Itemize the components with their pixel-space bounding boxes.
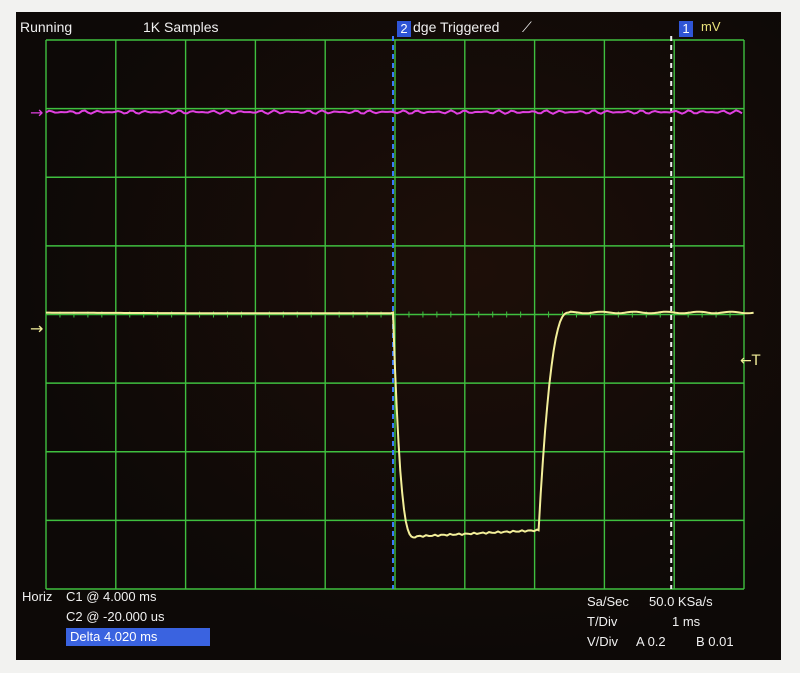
cursor1-readout: C1 @ 4.000 ms bbox=[66, 589, 157, 604]
sample-rate-value: 50.0 KSa/s bbox=[649, 594, 713, 609]
time-div-label: T/Div bbox=[587, 614, 618, 629]
time-div-value: 1 ms bbox=[672, 614, 701, 629]
scope-screen: Running 1K Samples 2 dge Triggered ⟋ 1 m… bbox=[16, 12, 781, 660]
delta-readout: Delta 4.020 ms bbox=[66, 628, 210, 646]
scope-plot: → → ←T bbox=[30, 36, 761, 590]
graticule bbox=[45, 39, 745, 590]
channel-b-arrow-icon: → bbox=[30, 103, 43, 122]
volt-div-b: B 0.01 bbox=[696, 634, 734, 649]
volt-div-a: A 0.2 bbox=[636, 634, 666, 649]
trace-channel-a bbox=[46, 310, 754, 539]
horiz-label: Horiz bbox=[22, 589, 53, 604]
channel-a-arrow-icon: → bbox=[30, 319, 43, 338]
cursor2-readout: C2 @ -20.000 us bbox=[66, 609, 165, 624]
trigger-level-marker: ←T bbox=[740, 353, 761, 369]
volt-div-label: V/Div bbox=[587, 634, 619, 649]
sample-rate-label: Sa/Sec bbox=[587, 594, 629, 609]
